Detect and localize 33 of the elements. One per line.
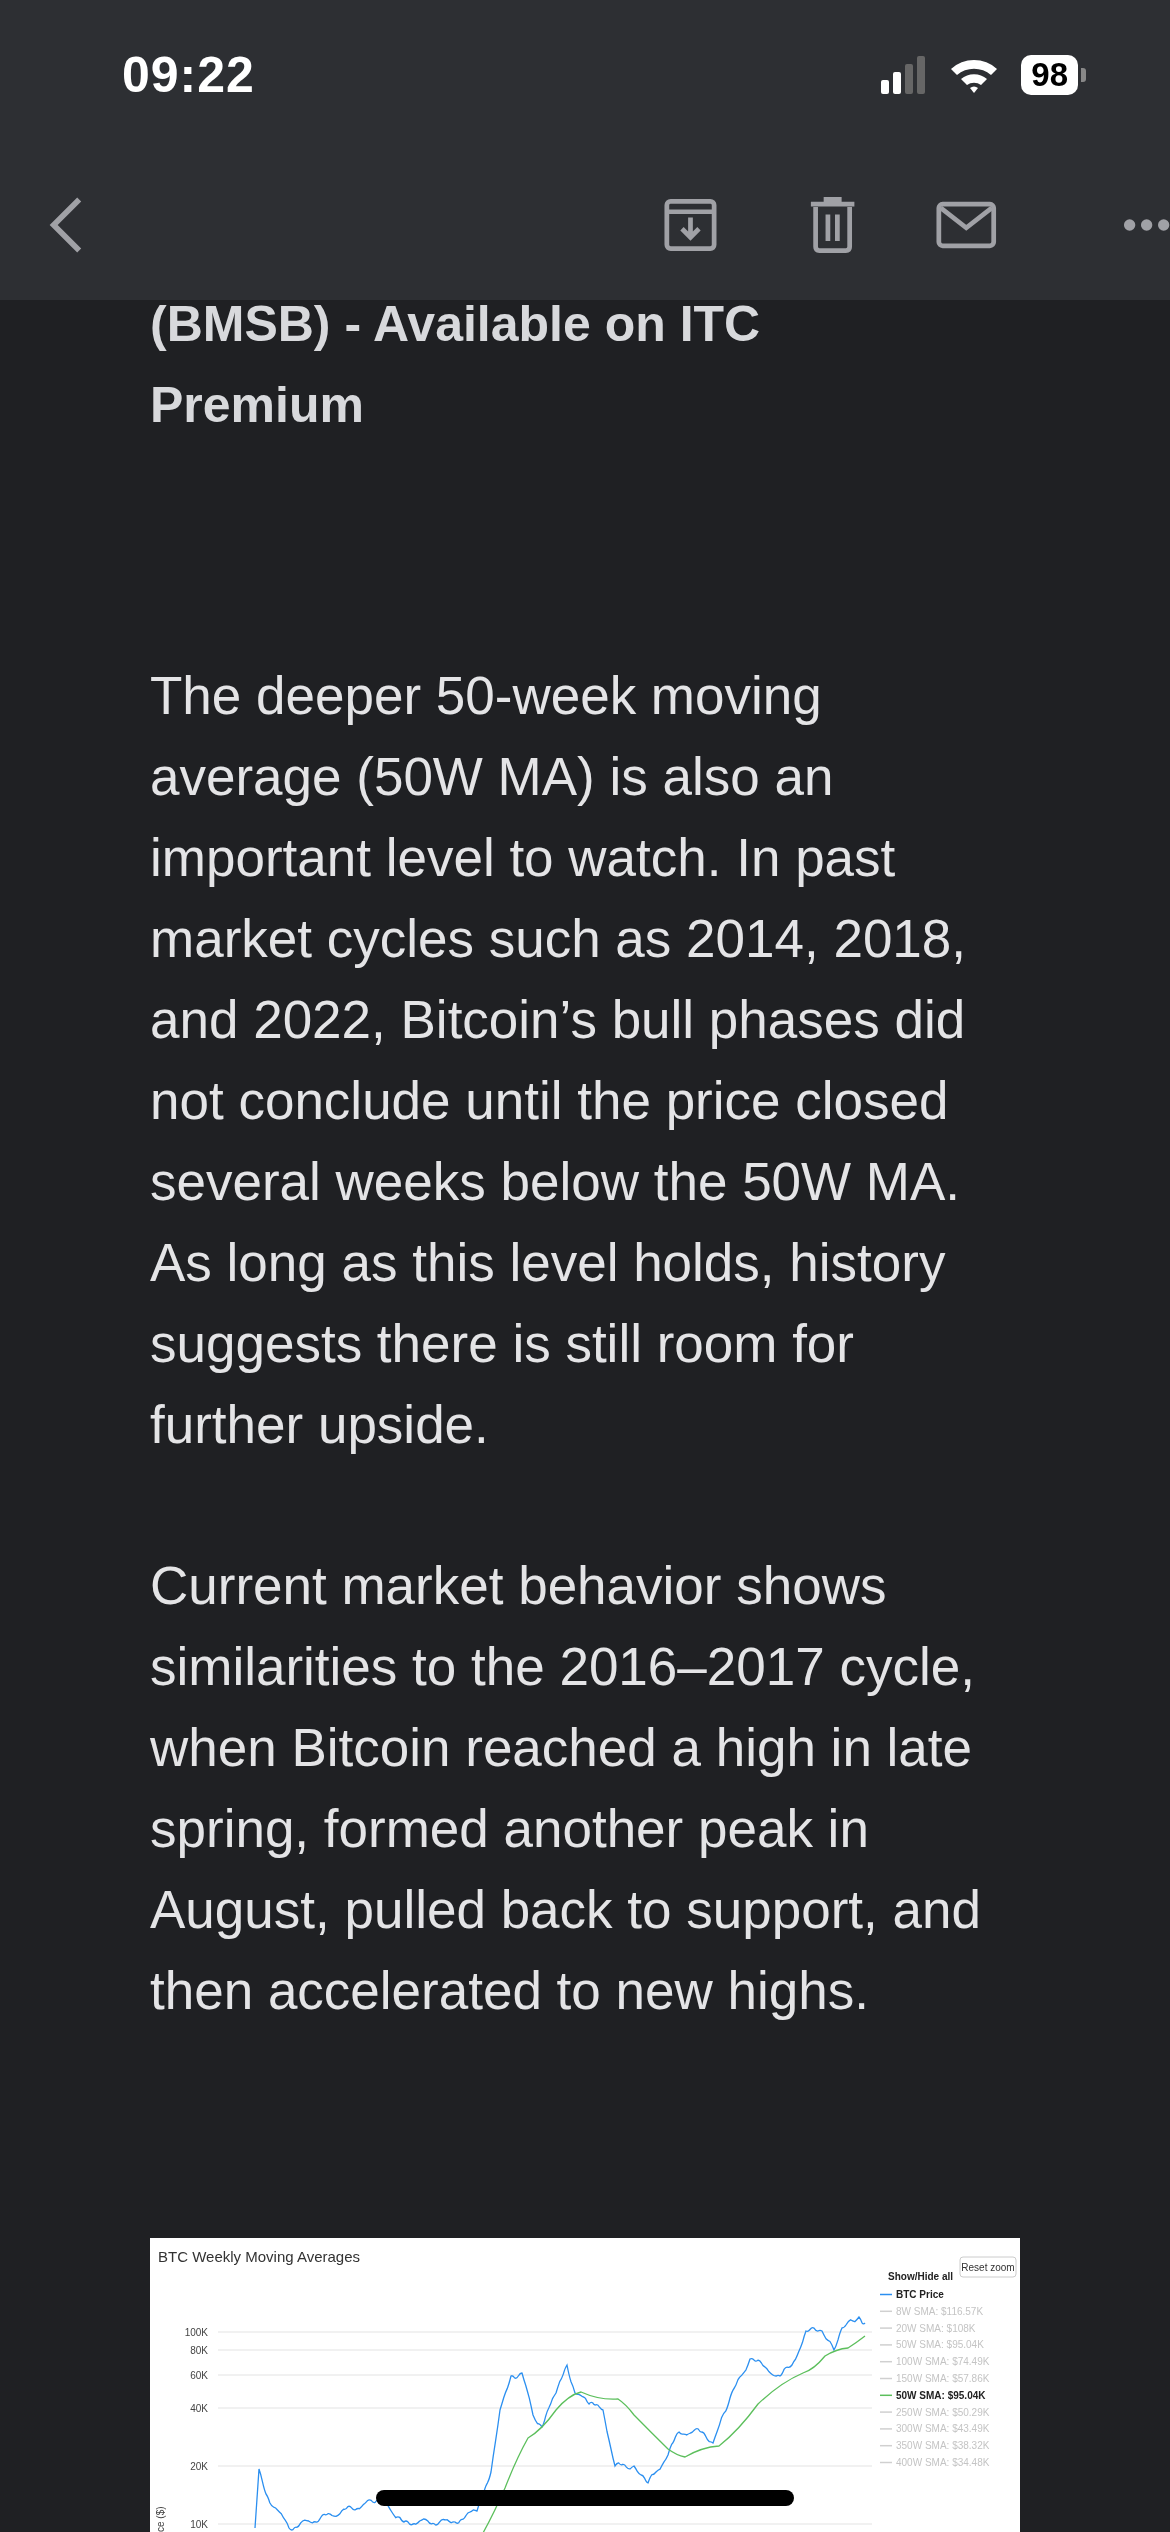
battery-indicator: 98: [1021, 55, 1086, 95]
legend-item[interactable]: 50W SMA: $95.04K: [879, 2339, 984, 2351]
axis-tick-label: 40K: [190, 2403, 208, 2414]
mail-icon[interactable]: [936, 200, 997, 250]
back-icon[interactable]: [48, 195, 84, 255]
wifi-icon: [949, 57, 1000, 93]
legend-item[interactable]: 400W SMA: $34.48K: [879, 2457, 990, 2468]
trash-icon[interactable]: [808, 196, 857, 254]
email-title: (BMSB) - Available on ITC Premium: [150, 295, 762, 435]
legend-item[interactable]: BTC Price: [879, 2289, 944, 2300]
signal-icon: [881, 56, 928, 94]
axis-tick-label: 10K: [190, 2519, 208, 2530]
status-time: 09:22: [122, 46, 255, 104]
legend-item[interactable]: 20W SMA: $108K: [879, 2322, 976, 2334]
legend-item[interactable]: 100W SMA: $74.49K: [879, 2356, 990, 2368]
legend-item[interactable]: 350W SMA: $38.32K: [879, 2440, 990, 2452]
legend-toggle-all[interactable]: Show/Hide all: [888, 2271, 953, 2282]
axis-tick-label: 80K: [190, 2345, 208, 2356]
axis-tick-label: 100K: [184, 2327, 208, 2338]
reset-zoom-button[interactable]: Reset zoom: [959, 2256, 1017, 2278]
chart-title: BTC Weekly Moving Averages: [158, 2248, 361, 2265]
body-paragraph: Current market behavior shows similarities to the 2016–2017 cycle, when Bitcoin reached a high in late spring, formed another peak in August, pulled back to support, and then accelerated to new highs.: [150, 1555, 982, 2022]
archive-icon[interactable]: [663, 197, 717, 253]
axis-tick-label: 20K: [190, 2461, 208, 2472]
body-paragraph: The deeper 50-week moving average (50W MA) is also an important level to watch. In past market cycles such as 2014, 2018, and 2022, Bitcoin’s bull phases did not conclude until the price closed several weeks below the 50W MA. As long as this level holds, history suggests there is still room for further upside.: [150, 665, 968, 1456]
legend-item[interactable]: 50W SMA: $95.04K: [879, 2389, 986, 2401]
legend-item[interactable]: 8W SMA: $116.57K: [879, 2305, 984, 2317]
legend-item[interactable]: 300W SMA: $43.49K: [879, 2423, 990, 2435]
more-icon[interactable]: [1122, 218, 1170, 232]
axis-tick-label: 60K: [190, 2370, 208, 2381]
legend-item[interactable]: 150W SMA: $57.86K: [879, 2373, 990, 2384]
legend-item[interactable]: 250W SMA: $50.29K: [879, 2406, 990, 2418]
axis-label: ce ($): [155, 2506, 166, 2532]
